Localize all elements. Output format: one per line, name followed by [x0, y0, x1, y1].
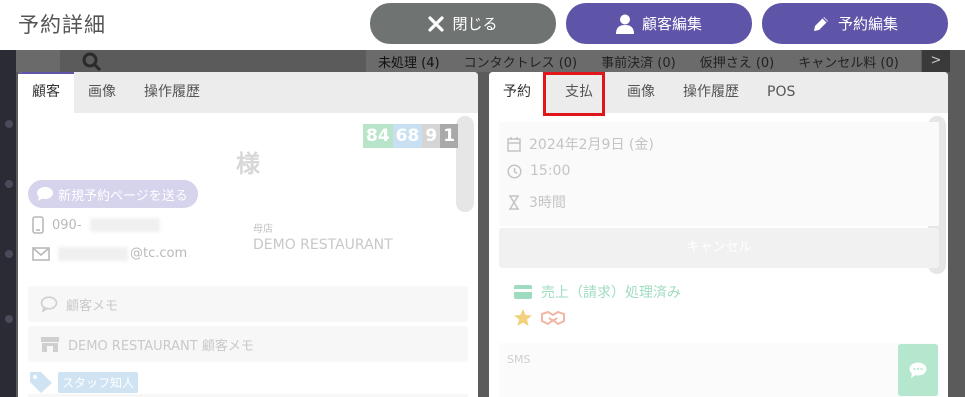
- store-memo-label: DEMO RESTAURANT 顧客メモ: [68, 338, 254, 354]
- tab-history[interactable]: 操作履歴: [130, 72, 214, 113]
- clock-icon: [507, 163, 522, 179]
- sms-input[interactable]: SMS: [499, 343, 939, 397]
- tab-customer[interactable]: 顧客: [18, 72, 74, 113]
- email-row: @tc.com: [32, 246, 187, 261]
- customer-scrollbar[interactable]: [456, 116, 474, 212]
- reservation-edit-label: 予約編集: [837, 15, 898, 33]
- customer-panel: 顧客 画像 操作履歴 84 68 9 1 様 新規予約ページを送る 090- @…: [18, 72, 478, 397]
- customer-tag: スタッフ知人: [28, 370, 139, 394]
- cancel-reservation-button[interactable]: キャンセル: [499, 228, 939, 268]
- close-button[interactable]: 閉じる: [370, 3, 556, 44]
- email-redacted: [58, 246, 128, 261]
- hourglass-icon: [509, 194, 519, 210]
- highlight-box: [543, 72, 605, 116]
- phone-number: 090-: [52, 217, 82, 233]
- bg-next-arrow: >: [922, 50, 950, 72]
- reservation-edit-button[interactable]: 予約編集: [762, 3, 948, 44]
- comment-icon: [40, 296, 58, 312]
- customer-tabs: 顧客 画像 操作履歴: [18, 72, 478, 113]
- page-title: 予約詳細: [18, 13, 106, 37]
- customer-edit-label: 顧客編集: [641, 15, 702, 33]
- tag-icon: [30, 372, 52, 393]
- date-row: 2024年2月9日 (金): [507, 134, 654, 154]
- email-address: @tc.com: [130, 246, 188, 261]
- chat-bubble-icon: [37, 187, 53, 201]
- score-badge: 9: [422, 124, 441, 148]
- reservation-duration: 3時間: [529, 195, 566, 211]
- score-badge: 68: [392, 124, 423, 148]
- customer-name: 様: [236, 150, 260, 178]
- customer-memo-label: 顧客メモ: [66, 298, 119, 314]
- bg-tab-cancel-fee: キャンセル料 (0): [798, 55, 899, 71]
- bg-tab-prepaid: 事前決済 (0): [601, 55, 676, 71]
- sales-status-label: 売上（請求）処理済み: [541, 285, 681, 301]
- user-icon: [615, 14, 634, 34]
- score-badge: 1: [440, 124, 459, 148]
- customer-score-badges: 84 68 9 1: [363, 124, 459, 148]
- reservation-time: 15:00: [530, 163, 571, 179]
- send-page-label: 新規予約ページを送る: [58, 188, 188, 204]
- tab-pos[interactable]: POS: [753, 72, 809, 113]
- tab-images[interactable]: 画像: [74, 72, 130, 113]
- customer-edit-button[interactable]: 顧客編集: [566, 3, 752, 44]
- handshake-icon[interactable]: [541, 310, 565, 326]
- reservation-date: 2024年2月9日 (金): [529, 137, 654, 153]
- mail-icon: [32, 246, 50, 261]
- bg-tab-contactless: コンタクトレス (0): [463, 55, 578, 71]
- phone-icon: [32, 216, 44, 234]
- customer-memo[interactable]: 顧客メモ: [28, 286, 468, 322]
- home-store-name: DEMO RESTAURANT: [253, 237, 393, 253]
- background-edit-icon: [16, 50, 60, 72]
- close-icon: [428, 15, 445, 32]
- score-badge: 84: [363, 124, 393, 148]
- tab-images[interactable]: 画像: [613, 72, 669, 113]
- reservation-panel: 予約 支払 画像 操作履歴 POS 2024年2月9日 (金) 15:00 3時…: [489, 72, 948, 397]
- calendar-icon: [507, 136, 521, 152]
- send-reservation-page-button[interactable]: 新規予約ページを送る: [28, 180, 198, 208]
- background-status-tabs: 未処理 (4) コンタクトレス (0) 事前決済 (0) 仮押さえ (0) キャ…: [366, 50, 921, 72]
- sms-label: SMS: [507, 353, 531, 366]
- duration-row: 3時間: [507, 192, 566, 212]
- store-customer-memo[interactable]: DEMO RESTAURANT 顧客メモ: [28, 326, 468, 362]
- sales-status: 売上（請求）処理済み: [513, 282, 681, 302]
- phone-redacted: [89, 218, 160, 232]
- store-icon: [41, 337, 59, 352]
- phone-row: 090-: [32, 216, 160, 234]
- bg-tab-tentative: 仮押さえ (0): [699, 55, 775, 71]
- sms-send-button[interactable]: [898, 344, 938, 396]
- chat-bubble-icon: [909, 362, 927, 378]
- credit-card-icon: [514, 285, 532, 299]
- star-icon[interactable]: [513, 308, 533, 327]
- home-store-label: 母店: [253, 224, 273, 235]
- staff-tag-label: スタッフ知人: [58, 371, 139, 393]
- bg-tab-unprocessed: 未処理 (4): [378, 55, 440, 71]
- reservation-flags: [513, 308, 565, 327]
- reservation-summary: 2024年2月9日 (金) 15:00 3時間: [499, 122, 939, 226]
- tab-history[interactable]: 操作履歴: [669, 72, 753, 113]
- background-sidebar: [0, 50, 16, 397]
- close-button-label: 閉じる: [452, 15, 498, 33]
- pencil-icon: [813, 16, 828, 31]
- tab-reservation[interactable]: 予約: [489, 72, 545, 113]
- modal-header: 予約詳細 閉じる 顧客編集 予約編集: [0, 0, 965, 50]
- search-icon: [82, 52, 102, 72]
- time-row: 15:00: [507, 163, 570, 179]
